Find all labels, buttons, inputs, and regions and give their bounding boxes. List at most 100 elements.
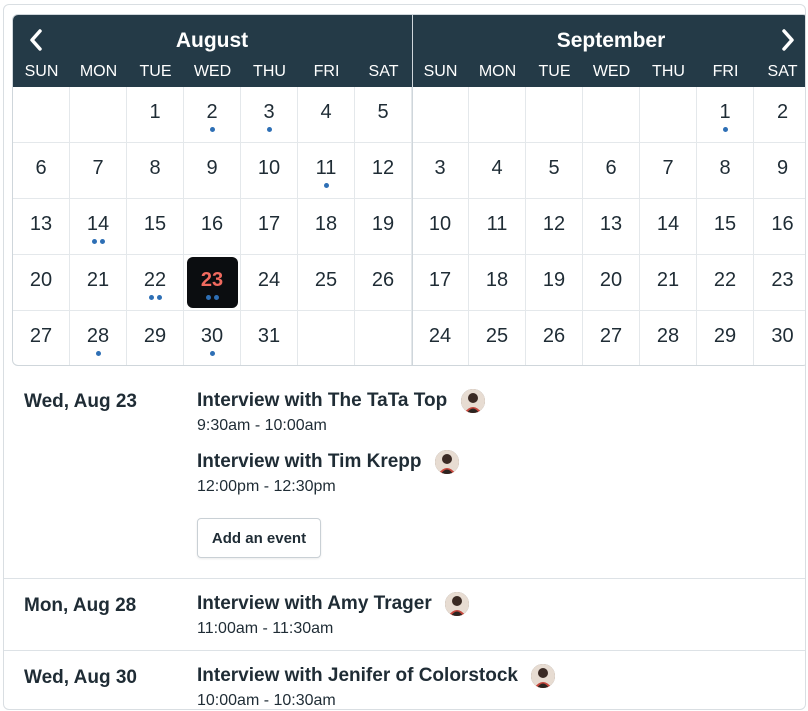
day-cell[interactable]: 19: [526, 255, 583, 311]
day-cell[interactable]: 8: [127, 143, 184, 199]
day-number: 20: [29, 269, 53, 291]
day-cell[interactable]: 16: [184, 199, 241, 255]
prev-month-button[interactable]: [21, 25, 51, 55]
agenda-day: Wed, Aug 30 Interview with Jenifer of Co…: [4, 651, 805, 709]
event-indicator: [697, 127, 753, 132]
day-cell[interactable]: 11: [469, 199, 526, 255]
day-cell[interactable]: 15: [697, 199, 754, 255]
event-indicator: [70, 239, 126, 244]
calendar-grid: 1 2 3 4 5 6 7 8 9 10 11 12 13 14 15 16 17 18 19 20 21 22 23 24 2…: [13, 87, 805, 365]
day-cell[interactable]: 21: [640, 255, 697, 311]
day-number: 24: [257, 269, 281, 291]
day-cell[interactable]: 4: [469, 143, 526, 199]
event-item[interactable]: Interview with The TaTa Top 9:30am - 10:…: [197, 389, 485, 435]
empty-day-cell: [70, 87, 127, 143]
day-number: 14: [86, 213, 110, 235]
day-cell[interactable]: 20: [13, 255, 70, 311]
day-cell[interactable]: 24: [241, 255, 298, 311]
day-number: 28: [656, 325, 680, 347]
two-month-calendar: August September SUN MON TUE WED THU FRI SAT SU…: [12, 14, 805, 366]
calendar-card: August September SUN MON TUE WED THU FRI SAT SU…: [3, 4, 806, 710]
day-cell[interactable]: 27: [13, 311, 70, 365]
day-cell[interactable]: 20: [583, 255, 640, 311]
day-number: 17: [257, 213, 281, 235]
event-dot: [95, 351, 101, 356]
day-number: 10: [257, 157, 281, 179]
day-number: 22: [143, 269, 167, 291]
event-title[interactable]: Interview with Tim Krepp: [197, 451, 422, 473]
day-cell[interactable]: 14: [70, 199, 127, 255]
day-cell[interactable]: 7: [70, 143, 127, 199]
day-cell[interactable]: 13: [583, 199, 640, 255]
day-cell[interactable]: 12: [526, 199, 583, 255]
person-avatar-icon: [531, 664, 556, 688]
event-item[interactable]: Interview with Tim Krepp 12:00pm - 12:30…: [197, 450, 459, 496]
day-cell[interactable]: 25: [298, 255, 355, 311]
event-title[interactable]: Interview with The TaTa Top: [197, 390, 447, 412]
day-cell[interactable]: 26: [526, 311, 583, 365]
add-event-button[interactable]: Add an event: [197, 518, 321, 558]
day-cell[interactable]: 17: [241, 199, 298, 255]
day-cell[interactable]: 2: [754, 87, 805, 143]
event-title[interactable]: Interview with Jenifer of Colorstock: [197, 665, 518, 687]
day-cell[interactable]: 15: [127, 199, 184, 255]
day-cell[interactable]: 8: [697, 143, 754, 199]
day-cell[interactable]: 31: [241, 311, 298, 365]
day-cell[interactable]: 5: [526, 143, 583, 199]
day-cell[interactable]: 12: [355, 143, 412, 199]
day-number: 12: [542, 213, 566, 235]
event-item[interactable]: Interview with Amy Trager 11:00am - 11:3…: [197, 592, 470, 638]
day-cell[interactable]: 25: [469, 311, 526, 365]
day-cell[interactable]: 9: [184, 143, 241, 199]
day-cell[interactable]: 4: [298, 87, 355, 143]
day-cell[interactable]: 5: [355, 87, 412, 143]
day-cell[interactable]: 10: [241, 143, 298, 199]
day-cell[interactable]: 2: [184, 87, 241, 143]
day-cell[interactable]: 24: [412, 311, 469, 365]
day-number: 6: [605, 157, 617, 179]
day-cell[interactable]: 16: [754, 199, 805, 255]
day-cell[interactable]: 30: [754, 311, 805, 365]
day-cell[interactable]: 27: [583, 311, 640, 365]
day-cell[interactable]: 22: [127, 255, 184, 311]
event-time: 11:00am - 11:30am: [197, 620, 334, 637]
event-indicator: [184, 351, 240, 356]
day-cell[interactable]: 29: [697, 311, 754, 365]
day-cell[interactable]: 17: [412, 255, 469, 311]
day-cell[interactable]: 23: [184, 255, 241, 311]
day-cell[interactable]: 1: [127, 87, 184, 143]
day-cell[interactable]: 22: [697, 255, 754, 311]
day-cell[interactable]: 1: [697, 87, 754, 143]
day-number: 5: [548, 157, 560, 179]
day-cell[interactable]: 3: [412, 143, 469, 199]
day-cell[interactable]: 6: [583, 143, 640, 199]
day-cell[interactable]: 29: [127, 311, 184, 365]
day-cell[interactable]: 18: [469, 255, 526, 311]
day-cell[interactable]: 21: [70, 255, 127, 311]
day-cell[interactable]: 30: [184, 311, 241, 365]
weekday-label: WED: [193, 63, 232, 80]
day-cell[interactable]: 28: [640, 311, 697, 365]
day-cell[interactable]: 14: [640, 199, 697, 255]
day-number: 22: [713, 269, 737, 291]
day-cell[interactable]: 23: [754, 255, 805, 311]
day-cell[interactable]: 11: [298, 143, 355, 199]
day-cell[interactable]: 6: [13, 143, 70, 199]
day-cell[interactable]: 3: [241, 87, 298, 143]
next-month-button[interactable]: [773, 25, 803, 55]
day-number: 26: [542, 325, 566, 347]
day-number: 29: [713, 325, 737, 347]
day-number: 5: [377, 101, 389, 123]
event-title[interactable]: Interview with Amy Trager: [197, 593, 432, 615]
event-item[interactable]: Interview with Jenifer of Colorstock 10:…: [197, 664, 556, 709]
event-dot: [722, 127, 728, 132]
day-cell[interactable]: 7: [640, 143, 697, 199]
day-cell[interactable]: 28: [70, 311, 127, 365]
day-number: 3: [434, 157, 446, 179]
day-cell[interactable]: 10: [412, 199, 469, 255]
day-cell[interactable]: 13: [13, 199, 70, 255]
day-cell[interactable]: 18: [298, 199, 355, 255]
day-cell[interactable]: 26: [355, 255, 412, 311]
day-cell[interactable]: 9: [754, 143, 805, 199]
day-cell[interactable]: 19: [355, 199, 412, 255]
